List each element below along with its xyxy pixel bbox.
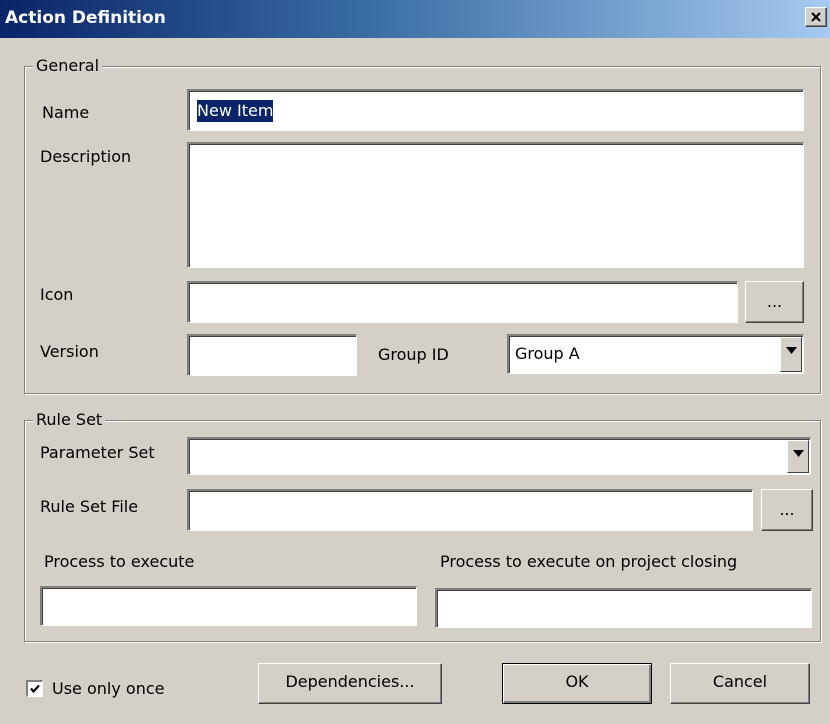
parameter-set-dropdown-button[interactable] — [787, 440, 809, 473]
group-id-select[interactable]: Group A — [507, 334, 804, 374]
process-closing-label: Process to execute on project closing — [440, 552, 738, 571]
cancel-button[interactable]: Cancel — [670, 663, 810, 704]
version-input[interactable] — [187, 334, 357, 376]
icon-label: Icon — [40, 285, 74, 304]
close-button[interactable] — [805, 7, 827, 27]
group-id-label: Group ID — [378, 345, 449, 364]
icon-browse-label: ... — [766, 292, 783, 311]
use-only-once-checkbox[interactable] — [26, 680, 43, 697]
dependencies-button[interactable]: Dependencies... — [258, 663, 442, 704]
window-title: Action Definition — [5, 8, 166, 28]
rule-set-file-browse-label: ... — [779, 500, 795, 519]
title-bar[interactable]: Action Definition — [0, 0, 830, 38]
chevron-down-icon — [793, 450, 804, 457]
description-label: Description — [40, 147, 132, 166]
process-label: Process to execute — [44, 552, 195, 571]
ok-label: OK — [565, 672, 589, 691]
description-textarea[interactable] — [187, 142, 804, 268]
dependencies-label: Dependencies... — [285, 672, 415, 691]
use-only-once-label[interactable]: Use only once — [52, 679, 164, 699]
name-label: Name — [42, 103, 90, 122]
chevron-down-icon — [786, 347, 797, 354]
name-input[interactable]: New Item — [187, 89, 804, 131]
group-id-dropdown-button[interactable] — [780, 337, 802, 372]
icon-browse-button[interactable]: ... — [745, 281, 804, 323]
group-id-value: Group A — [515, 344, 580, 363]
parameter-set-label: Parameter Set — [40, 443, 155, 462]
rule-set-legend: Rule Set — [33, 410, 106, 430]
cancel-label: Cancel — [712, 672, 768, 691]
close-icon — [811, 12, 821, 22]
name-value: New Item — [197, 100, 274, 122]
icon-input[interactable] — [187, 281, 738, 323]
rule-set-file-browse-button[interactable]: ... — [761, 489, 813, 531]
process-input[interactable] — [40, 586, 417, 626]
version-label: Version — [40, 342, 99, 361]
process-closing-input[interactable] — [435, 588, 812, 628]
parameter-set-select[interactable] — [187, 437, 811, 475]
checkmark-icon — [30, 684, 40, 694]
ok-button[interactable]: OK — [502, 663, 652, 704]
rule-set-file-label: Rule Set File — [40, 497, 139, 516]
general-legend: General — [33, 56, 103, 76]
rule-set-file-input[interactable] — [187, 489, 753, 531]
